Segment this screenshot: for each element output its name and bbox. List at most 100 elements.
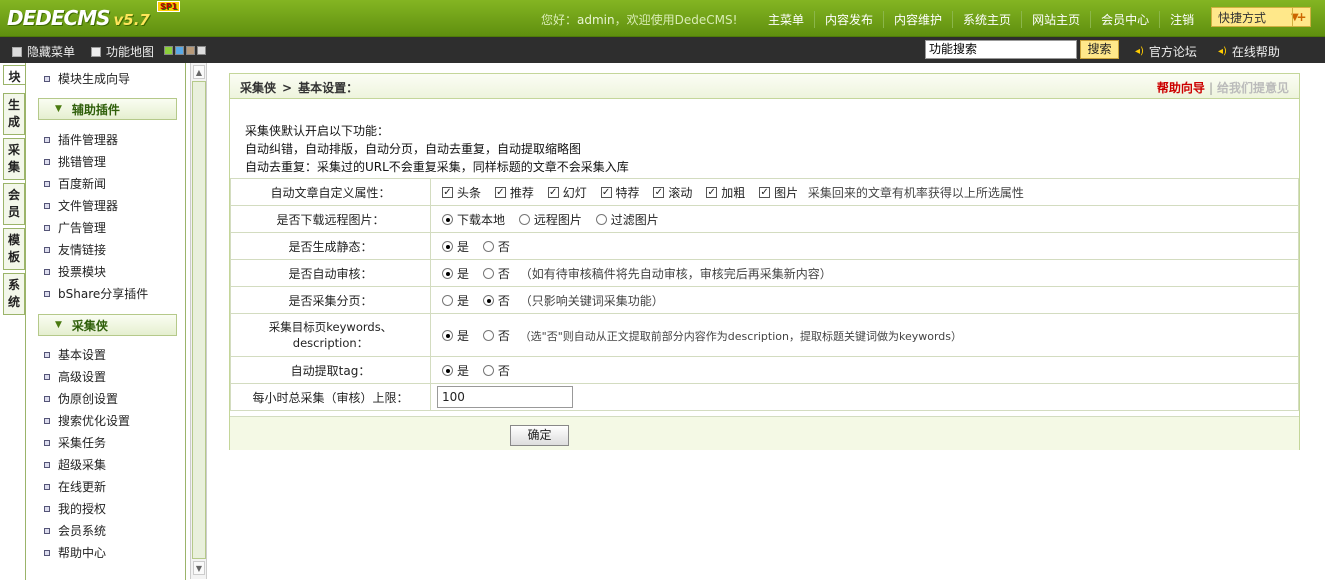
menu-item-vote[interactable]: 投票模块 [44,263,106,280]
radio-kw-yes[interactable]: 是 [442,329,469,343]
field-label: 是否下载远程图片： [230,205,431,233]
checkbox-headline[interactable]: ✓ 头条 [442,186,481,200]
menu-item-file-manager[interactable]: 文件管理器 [44,197,118,214]
feedback-link[interactable]: 给我们提意见 [1217,81,1289,95]
theme-green-swatch[interactable] [164,46,173,55]
scroll-down-arrow-icon[interactable]: ▼ [193,561,205,575]
radio-static-no[interactable]: 否 [482,240,510,254]
menu-item-advanced-settings[interactable]: 高级设置 [44,368,106,385]
bullet-icon [44,483,50,490]
theme-brown-swatch[interactable] [186,46,195,55]
nav-logout[interactable]: 注销 [1159,11,1204,28]
row-static: 是否生成静态： 是 否 [230,232,1299,260]
tab-template[interactable]: 模板 [3,228,25,270]
bullet-icon [44,505,50,512]
menu-item-super-collect[interactable]: 超级采集 [44,456,106,473]
confirm-button[interactable]: 确定 [510,425,569,446]
nav-publish[interactable]: 内容发布 [814,11,883,28]
scroll-up-arrow-icon[interactable]: ▲ [193,65,205,79]
radio-audit-yes[interactable]: 是 [442,267,469,281]
menu-item-ads[interactable]: 广告管理 [44,219,106,236]
menu-item-module-wizard[interactable]: 模块生成向导 [44,70,130,87]
dedecms-logo: DEDECMS v5.7 SP1 [7,1,181,30]
scrollbar-thumb[interactable] [192,81,206,559]
menu-item-seo-settings[interactable]: 搜索优化设置 [44,412,130,429]
menu-item-friend-links[interactable]: 友情链接 [44,241,106,258]
top-header: DEDECMS v5.7 SP1 您好：admin，欢迎使用DedeCMS! 主菜… [0,0,1325,37]
breadcrumb-collector[interactable]: 采集侠 [240,81,276,95]
quick-menu-dropdown[interactable]: 快捷方式 ▼ + [1211,7,1311,27]
checkbox-checked-icon: ✓ [600,186,612,198]
radio-tag-yes[interactable]: 是 [442,364,469,378]
checkbox-scroll[interactable]: ✓ 滚动 [653,186,692,200]
plus-icon[interactable]: + [1292,8,1310,26]
tab-module[interactable]: 块 [3,65,25,85]
menu-item-bshare[interactable]: bShare分享插件 [44,285,148,302]
breadcrumb-current: 基本设置： [298,81,359,95]
radio-remote-image[interactable]: 远程图片 [518,213,582,227]
chevron-right-icon: > [282,81,293,95]
radio-icon [482,329,494,341]
theme-blue-swatch[interactable] [175,46,184,55]
tab-member[interactable]: 会员 [3,183,25,225]
menu-group-collector[interactable]: ▼ 采集侠 [38,314,177,336]
menu-item-my-license[interactable]: 我的授权 [44,500,106,517]
radio-kw-no[interactable]: 否 [482,329,510,343]
site-map-button[interactable]: 功能地图 [91,43,154,60]
theme-gray-swatch[interactable] [197,46,206,55]
tab-generate[interactable]: 生成 [3,93,25,135]
bullet-icon [44,351,50,358]
checkbox-special[interactable]: ✓ 特荐 [600,186,640,200]
sidebar-scrollbar[interactable]: ▲ ▼ [190,63,207,579]
checkbox-recommend[interactable]: ✓ 推荐 [494,186,534,200]
toolbar: 隐藏菜单 功能地图 ◂) 官方论坛 ◂) 在线帮助 [0,37,1325,63]
menu-item-plugin-manager[interactable]: 插件管理器 [44,131,118,148]
menu-item-basic-settings[interactable]: 基本设置 [44,346,106,363]
radio-icon [442,294,453,306]
radio-filter-image[interactable]: 过滤图片 [595,213,659,227]
radio-selected-icon [482,294,494,306]
bullet-icon [44,439,50,446]
radio-paging-yes[interactable]: 是 [442,294,469,308]
search-button[interactable]: 搜索 [1080,40,1119,59]
checkbox-slideshow[interactable]: ✓ 幻灯 [547,186,587,200]
checkbox-bold[interactable]: ✓ 加粗 [706,186,745,200]
tab-system[interactable]: 系统 [3,273,25,315]
hourly-limit-input[interactable]: 100 [437,386,573,408]
menu-item-online-update[interactable]: 在线更新 [44,478,106,495]
menu-item-baidu-news[interactable]: 百度新闻 [44,175,106,192]
radio-icon [482,240,494,252]
menu-item-pseudo-original[interactable]: 伪原创设置 [44,390,118,407]
menu-item-help-center[interactable]: 帮助中心 [44,544,106,561]
intro-line: 自动去重复：采集过的URL不会重复采集，同样标题的文章不会采集入库 [245,160,629,174]
category-tabs: 块 生成 采集 会员 模板 系统 [0,63,26,580]
nav-member-center[interactable]: 会员中心 [1090,11,1159,28]
menu-item-error-report[interactable]: 挑错管理 [44,153,106,170]
nav-site-home[interactable]: 网站主页 [1021,11,1090,28]
logo-text: DEDECMS [7,6,111,30]
radio-paging-no[interactable]: 否 [482,294,510,308]
nav-system-home[interactable]: 系统主页 [952,11,1021,28]
bullet-icon [44,136,50,143]
forum-link[interactable]: ◂) 官方论坛 [1135,43,1197,60]
radio-selected-icon [442,329,453,341]
nav-main-menu[interactable]: 主菜单 [758,11,814,28]
help-guide-link[interactable]: 帮助向导 [1157,81,1205,95]
function-search-input[interactable]: 功能搜索 [925,40,1077,59]
radio-audit-no[interactable]: 否 [482,267,510,281]
menu-item-collect-tasks[interactable]: 采集任务 [44,434,106,451]
nav-maintain[interactable]: 内容维护 [883,11,952,28]
version-label: v5.7 [113,11,150,29]
radio-static-yes[interactable]: 是 [442,240,469,254]
row-auto-audit: 是否自动审核： 是 否 （如有待审核稿件将先自动审核，审核完后再采集新内容） [230,259,1299,287]
checkbox-image[interactable]: ✓ 图片 [759,186,798,200]
row-custom-attributes: 自动文章自定义属性： ✓ 头条 ✓ 推荐 ✓ 幻灯 ✓ 特荐 ✓ 滚动 ✓ 加粗 ✓ 图片 采… [230,178,1299,206]
radio-download-local[interactable]: 下载本地 [442,213,505,227]
menu-item-member-system[interactable]: 会员系统 [44,522,106,539]
bullet-icon [44,268,50,275]
hide-menu-button[interactable]: 隐藏菜单 [12,43,75,60]
tab-collect[interactable]: 采集 [3,138,25,180]
menu-group-plugins[interactable]: ▼ 辅助插件 [38,98,177,120]
radio-tag-no[interactable]: 否 [482,364,510,378]
online-help-link[interactable]: ◂) 在线帮助 [1218,43,1280,60]
